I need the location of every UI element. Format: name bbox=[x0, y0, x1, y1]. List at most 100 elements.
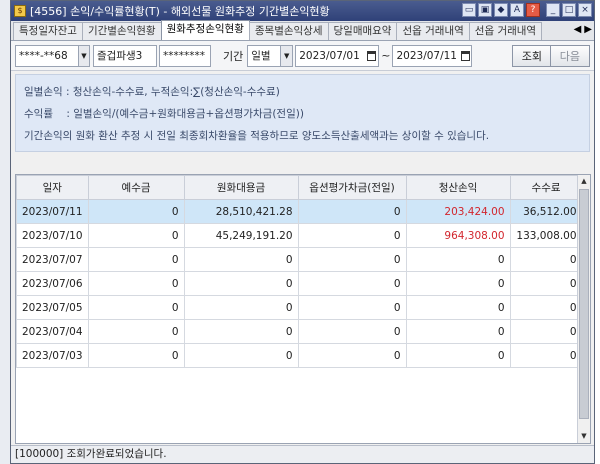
scrollbar-thumb[interactable] bbox=[579, 189, 589, 419]
tab-item-pnl-detail[interactable]: 종목별손익상세 bbox=[248, 22, 329, 40]
cell-krw-substitute: 28,510,421.28 bbox=[183, 199, 299, 224]
cell-deposit: 0 bbox=[87, 295, 185, 320]
cell-realized-pnl: 0 bbox=[405, 319, 511, 344]
account-combo-button[interactable]: ▼ bbox=[78, 44, 90, 67]
tab-period-pnl[interactable]: 기간별손익현황 bbox=[81, 22, 162, 40]
period-unit-value: 일별 bbox=[251, 50, 271, 62]
calendar-icon[interactable] bbox=[459, 46, 471, 66]
column-header-option-eval[interactable]: 옵션평가차금(전일) bbox=[297, 175, 407, 200]
table-row[interactable]: 2023/07/10 0 45,249,191.20 0 964,308.00 133,0… bbox=[16, 223, 583, 248]
info-line-return-rate: 수익률 : 일별손익/(예수금+원화대용금+옵션평가차금(전일)) bbox=[24, 108, 304, 120]
pin-icon[interactable]: ◆ bbox=[494, 3, 508, 17]
help-icon[interactable]: ? bbox=[526, 3, 540, 17]
cell-date: 2023/07/03 bbox=[16, 343, 89, 368]
account-type-field[interactable]: 즐겁파생3 bbox=[93, 44, 157, 67]
table-header-row: 일자 예수금 원화대용금 옵션평가차금(전일) 청산손익 수수료 bbox=[16, 175, 583, 200]
table-row[interactable]: 2023/07/06 0 0 0 0 0 bbox=[16, 271, 583, 296]
cell-option-eval: 0 bbox=[297, 247, 407, 272]
cell-deposit: 0 bbox=[87, 271, 185, 296]
cell-option-eval: 0 bbox=[297, 199, 407, 224]
alert-icon[interactable]: A bbox=[510, 3, 524, 17]
start-date-input[interactable]: 2023/07/01 bbox=[295, 44, 380, 67]
cell-deposit: 0 bbox=[87, 343, 185, 368]
tab-daily-trade-summary[interactable]: 당일매매요약 bbox=[327, 22, 398, 40]
cell-option-eval: 0 bbox=[297, 271, 407, 296]
cell-deposit: 0 bbox=[87, 199, 185, 224]
vertical-scrollbar[interactable]: ▲ ▼ bbox=[577, 175, 590, 443]
column-header-deposit[interactable]: 예수금 bbox=[87, 175, 185, 200]
table-row[interactable]: 2023/07/05 0 0 0 0 0 bbox=[16, 295, 583, 320]
profit-loss-window: $ [4556] 손익/수익률현황(T) - 해외선물 원화추정 기간별손익현황… bbox=[10, 0, 595, 464]
cell-fee: 0 bbox=[509, 343, 583, 368]
table-row[interactable]: 2023/07/04 0 0 0 0 0 bbox=[16, 319, 583, 344]
screen-icon[interactable]: ▣ bbox=[478, 3, 492, 17]
cell-krw-substitute: 0 bbox=[183, 343, 299, 368]
cell-fee: 0 bbox=[509, 247, 583, 272]
cell-date: 2023/07/07 bbox=[16, 247, 89, 272]
minimize-icon[interactable]: _ bbox=[546, 3, 560, 17]
table-row[interactable]: 2023/07/11 0 28,510,421.28 0 203,424.00 36,51… bbox=[16, 199, 583, 224]
account-number: ****-**68 bbox=[19, 49, 68, 62]
column-header-fee[interactable]: 수수료 bbox=[509, 175, 583, 200]
cell-realized-pnl: 964,308.00 bbox=[405, 223, 511, 248]
period-label: 기간 bbox=[223, 49, 244, 63]
table-row[interactable]: 2023/07/07 0 0 0 0 0 bbox=[16, 247, 583, 272]
cell-krw-substitute: 45,249,191.20 bbox=[183, 223, 299, 248]
table-row[interactable]: 2023/07/03 0 0 0 0 0 bbox=[16, 343, 583, 368]
column-header-realized-pnl[interactable]: 청산손익 bbox=[405, 175, 511, 200]
cell-realized-pnl: 0 bbox=[405, 271, 511, 296]
scroll-down-icon[interactable]: ▼ bbox=[578, 430, 590, 443]
cell-date: 2023/07/04 bbox=[16, 319, 89, 344]
column-header-krw-substitute[interactable]: 원화대용금 bbox=[183, 175, 299, 200]
tab-futures-trade-history-2[interactable]: 선옵 거래내역 bbox=[468, 22, 543, 40]
cell-option-eval: 0 bbox=[297, 295, 407, 320]
tab-specific-date-balance[interactable]: 특정일자잔고 bbox=[13, 22, 83, 40]
cell-option-eval: 0 bbox=[297, 343, 407, 368]
cell-date: 2023/07/06 bbox=[16, 271, 89, 296]
link-icon[interactable]: ▭ bbox=[462, 3, 476, 17]
column-header-date[interactable]: 일자 bbox=[16, 175, 89, 200]
cell-deposit: 0 bbox=[87, 247, 185, 272]
cell-option-eval: 0 bbox=[297, 319, 407, 344]
end-date-input[interactable]: 2023/07/11 bbox=[392, 44, 473, 67]
tab-next-icon[interactable]: ▶ bbox=[584, 24, 592, 35]
tab-krw-estimated-pnl[interactable]: 원화추정손익현황 bbox=[160, 20, 250, 40]
cell-date: 2023/07/10 bbox=[16, 223, 89, 248]
end-date-value: 2023/07/11 bbox=[396, 49, 457, 62]
cell-krw-substitute: 0 bbox=[183, 295, 299, 320]
next-button[interactable]: 다음 bbox=[549, 44, 590, 67]
account-type-value: 즐겁파생3 bbox=[97, 50, 143, 62]
password-field[interactable]: ******** bbox=[159, 44, 211, 67]
cell-krw-substitute: 0 bbox=[183, 271, 299, 296]
maximize-icon[interactable]: □ bbox=[562, 3, 576, 17]
app-icon: $ bbox=[14, 5, 26, 17]
info-line-notice: 기간손익의 원화 환산 추정 시 전일 최종회차환율을 적용하므로 양도소득산출… bbox=[24, 130, 490, 142]
title-bar[interactable]: $ [4556] 손익/수익률현황(T) - 해외선물 원화추정 기간별손익현황… bbox=[11, 1, 594, 21]
pnl-grid: 일자 예수금 원화대용금 옵션평가차금(전일) 청산손익 수수료 2023/07… bbox=[15, 174, 591, 444]
cell-krw-substitute: 0 bbox=[183, 247, 299, 272]
status-bar: [100000] 조회가완료되었습니다. bbox=[11, 445, 594, 463]
cell-realized-pnl: 0 bbox=[405, 295, 511, 320]
cell-fee: 0 bbox=[509, 271, 583, 296]
chevron-down-icon: ▼ bbox=[280, 45, 293, 66]
cell-date: 2023/07/05 bbox=[16, 295, 89, 320]
title-bar-buttons: ▭ ▣ ◆ A ? _ □ × bbox=[462, 3, 592, 17]
close-icon[interactable]: × bbox=[578, 3, 592, 17]
tab-futures-trade-history[interactable]: 선옵 거래내역 bbox=[396, 22, 470, 40]
query-button[interactable]: 조회 bbox=[511, 44, 552, 67]
calendar-icon[interactable] bbox=[364, 46, 378, 66]
tab-scroll-arrows: ◀ ▶ bbox=[574, 24, 592, 35]
cell-realized-pnl: 0 bbox=[405, 343, 511, 368]
period-unit-select[interactable]: 일별 ▼ bbox=[247, 44, 294, 67]
scroll-up-icon[interactable]: ▲ bbox=[578, 175, 590, 188]
cell-krw-substitute: 0 bbox=[183, 319, 299, 344]
tab-prev-icon[interactable]: ◀ bbox=[574, 24, 582, 35]
cell-fee: 0 bbox=[509, 319, 583, 344]
query-toolbar: ****-**68 ▼ 즐겁파생3 ******** 기간 일별 ▼ 2023/… bbox=[11, 41, 594, 71]
cell-fee: 133,008.00 bbox=[509, 223, 583, 248]
password-value: ******** bbox=[163, 49, 205, 62]
pnl-table: 일자 예수금 원화대용금 옵션평가차금(전일) 청산손익 수수료 2023/07… bbox=[16, 175, 583, 368]
account-combo[interactable]: ****-**68 bbox=[15, 44, 79, 67]
start-date-value: 2023/07/01 bbox=[299, 49, 360, 62]
date-range-separator: ~ bbox=[381, 49, 391, 62]
